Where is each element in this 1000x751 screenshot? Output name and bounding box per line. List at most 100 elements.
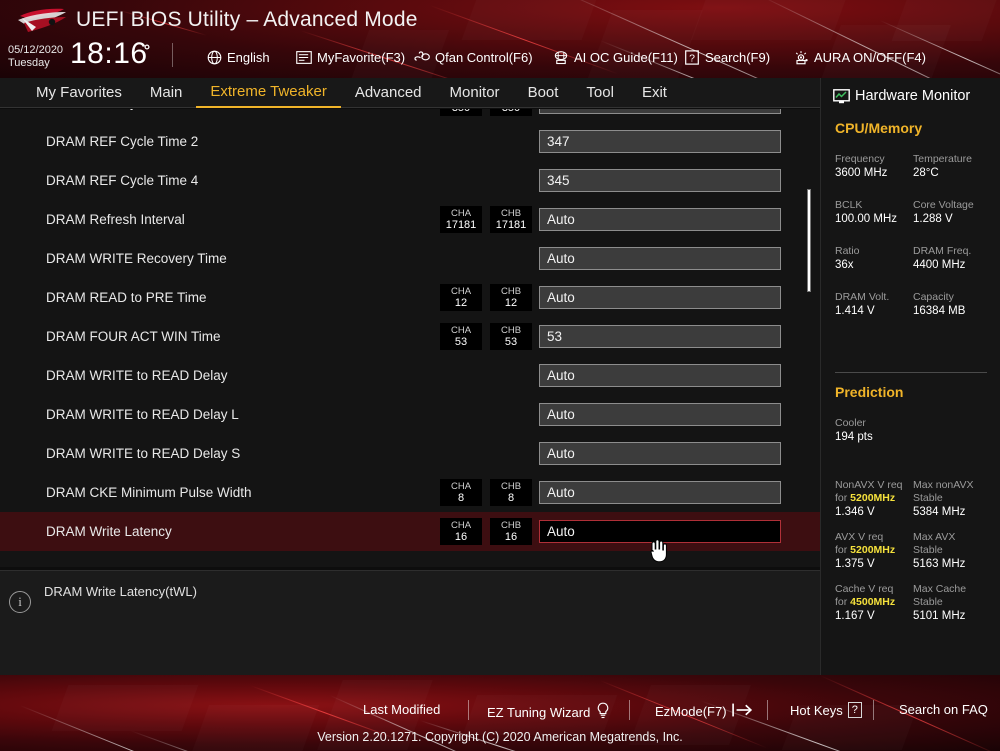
settings-row-label: DRAM WRITE Recovery Time xyxy=(46,251,227,266)
hw-metric-value: 1.167 V xyxy=(835,610,875,622)
channel-label: CHB xyxy=(500,519,522,531)
header-action-aura-on-off-f4[interactable]: AURA ON/OFF(F4) xyxy=(793,47,926,67)
settings-row-label: DRAM READ to PRE Time xyxy=(46,290,207,305)
hw-metric-cooler: Cooler 194 pts xyxy=(835,417,873,445)
hw-prediction-left: AVX V req for 5200MHz 1.375 V xyxy=(835,531,895,572)
footer-action-label: EzMode(F7) xyxy=(655,704,727,719)
header-action-myfavorite-f3[interactable]: MyFavorite(F3) xyxy=(296,47,405,67)
settings-row-label: DRAM Write Latency xyxy=(46,524,172,539)
tab-extreme-tweaker[interactable]: Extreme Tweaker xyxy=(196,78,341,108)
settings-list: DRAM REF Cycle TimeCHA350CHB350350DRAM R… xyxy=(0,109,820,567)
footer-action-last-modified[interactable]: Last Modified xyxy=(363,702,440,717)
settings-row-label: DRAM WRITE to READ Delay xyxy=(46,368,228,383)
header-action-english[interactable]: English xyxy=(206,47,270,67)
question-key-icon: ? xyxy=(847,702,862,718)
hw-metric-value: 100.00 MHz xyxy=(835,213,898,225)
chip-icon xyxy=(553,49,569,65)
settings-row[interactable]: DRAM REF Cycle Time 2 347 xyxy=(0,122,820,161)
channel-label: CHB xyxy=(500,480,522,492)
channel-value: 16 xyxy=(454,530,468,543)
tab-exit[interactable]: Exit xyxy=(628,79,681,107)
hw-metric-key-freq: for 5200MHz xyxy=(835,544,895,557)
header-action-qfan-control-f6[interactable]: Qfan Control(F6) xyxy=(414,47,533,67)
hardware-monitor-title: Hardware Monitor xyxy=(833,88,970,104)
settings-row[interactable]: DRAM FOUR ACT WIN Time CHA 53 CHB 53 53 xyxy=(0,317,820,356)
tab-main[interactable]: Main xyxy=(136,79,197,107)
footer-action-search-on-faq[interactable]: Search on FAQ xyxy=(899,702,988,717)
hw-metric-value: 5384 MHz xyxy=(913,506,966,518)
aura-icon xyxy=(793,49,809,65)
hw-metric-value: 1.414 V xyxy=(835,305,875,317)
hw-metric: Capacity 16384 MB xyxy=(913,291,965,319)
channel-chb-readout: CHB350 xyxy=(490,109,532,116)
header-action-search-f9[interactable]: ? Search(F9) xyxy=(684,47,770,67)
hw-metric-key: AVX V req xyxy=(835,531,884,543)
settings-row[interactable]: DRAM Refresh Interval CHA 17181 CHB 17181 Aut… xyxy=(0,200,820,239)
settings-value-input[interactable]: 347 xyxy=(539,130,781,153)
settings-row-label: DRAM REF Cycle Time 4 xyxy=(46,173,199,188)
channel-label: CHA xyxy=(450,285,472,297)
settings-row[interactable]: DRAM REF Cycle TimeCHA350CHB350350 xyxy=(0,109,820,122)
settings-value-input[interactable]: Auto xyxy=(539,442,781,465)
channel-label: CHA xyxy=(450,207,472,219)
settings-row[interactable]: DRAM WRITE Recovery Time Auto xyxy=(0,239,820,278)
footer-action-label: Last Modified xyxy=(363,702,441,717)
bios-screen: UEFI BIOS Utility – Advanced Mode 05/12/… xyxy=(0,0,1000,751)
tab-advanced[interactable]: Advanced xyxy=(341,79,436,107)
hw-metric-key: BCLK xyxy=(835,199,863,211)
settings-row[interactable]: DRAM CKE Minimum Pulse Width CHA 8 CHB 8 Auto xyxy=(0,473,820,512)
channel-label: CHB xyxy=(500,285,522,297)
tab-boot[interactable]: Boot xyxy=(514,79,573,107)
gear-icon[interactable] xyxy=(140,40,154,54)
settings-row[interactable]: DRAM REF Cycle Time 4 345 xyxy=(0,161,820,200)
settings-value-input[interactable]: 345 xyxy=(539,169,781,192)
tab-tool[interactable]: Tool xyxy=(572,79,628,107)
channel-label: CHB xyxy=(500,207,522,219)
tab-my-favorites[interactable]: My Favorites xyxy=(22,79,136,107)
settings-value-input[interactable]: Auto xyxy=(539,403,781,426)
hw-metric-value: 194 pts xyxy=(835,431,873,443)
settings-row[interactable]: DRAM WRITE to READ Delay L Auto xyxy=(0,395,820,434)
hw-prediction-right: Max AVX Stable 5163 MHz xyxy=(913,531,965,572)
channel-value: 53 xyxy=(454,335,468,348)
settings-row[interactable]: DRAM WRITE to READ Delay S Auto xyxy=(0,434,820,473)
hw-metric-key: Ratio xyxy=(835,245,860,257)
settings-value-input[interactable]: Auto xyxy=(539,286,781,309)
hw-metric-value: 1.375 V xyxy=(835,558,875,570)
footer-action-ezmode-f7[interactable]: EzMode(F7) xyxy=(655,702,754,721)
channel-value: 8 xyxy=(457,491,465,504)
settings-row[interactable]: DRAM WRITE to READ Delay Auto xyxy=(0,356,820,395)
channel-cha-readout: CHA 53 xyxy=(440,323,482,350)
settings-value-input[interactable]: 350 xyxy=(539,109,781,114)
hw-metric-key: NonAVX V req xyxy=(835,479,903,491)
settings-row-label: DRAM CKE Minimum Pulse Width xyxy=(46,485,252,500)
globe-icon xyxy=(206,49,222,65)
footer-action-ez-tuning-wizard[interactable]: EZ Tuning Wizard xyxy=(487,702,611,722)
system-clock: 18:16 xyxy=(70,37,148,70)
hw-metric-key: Frequency xyxy=(835,153,885,165)
channel-label: CHA xyxy=(450,519,472,531)
hw-metric-key: Max AVX xyxy=(913,531,956,543)
settings-row[interactable]: DRAM READ to PRE Time CHA 12 CHB 12 Auto xyxy=(0,278,820,317)
hw-metric-key2: Stable xyxy=(913,544,943,556)
settings-row-selected[interactable]: DRAM Write Latency CHA 16 CHB 16 Auto xyxy=(0,512,820,551)
settings-value-input[interactable]: Auto xyxy=(539,247,781,270)
hw-section-title: CPU/Memory xyxy=(835,120,923,136)
settings-value-input[interactable]: Auto xyxy=(539,208,781,231)
footer-action-hot-keys[interactable]: Hot Keys? xyxy=(790,702,862,718)
settings-value-input[interactable]: Auto xyxy=(539,520,781,543)
hw-metric-value: 1.288 V xyxy=(913,213,953,225)
hw-prediction-right: Max Cache Stable 5101 MHz xyxy=(913,583,966,624)
hardware-monitor-title-label: Hardware Monitor xyxy=(855,88,971,104)
header-action-ai-oc-guide-f11[interactable]: AI OC Guide(F11) xyxy=(553,47,678,67)
hw-prediction-left: Cache V req for 4500MHz 1.167 V xyxy=(835,583,895,624)
hw-freq-highlight: 5200MHz xyxy=(850,492,896,504)
scrollbar-thumb[interactable] xyxy=(807,189,811,292)
settings-scrollbar[interactable] xyxy=(807,109,811,567)
tab-monitor[interactable]: Monitor xyxy=(436,79,514,107)
hw-metric-key: Temperature xyxy=(913,153,972,165)
settings-value-input[interactable]: Auto xyxy=(539,364,781,387)
settings-value-input[interactable]: 53 xyxy=(539,325,781,348)
hw-metric-value: 4400 MHz xyxy=(913,259,966,271)
settings-value-input[interactable]: Auto xyxy=(539,481,781,504)
